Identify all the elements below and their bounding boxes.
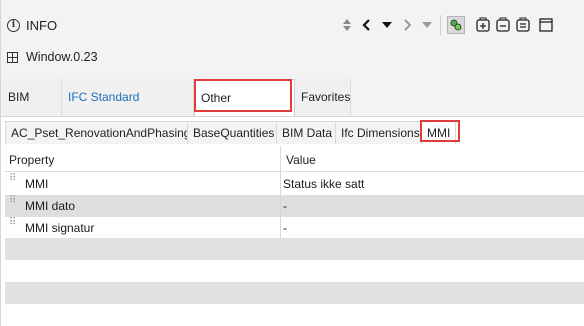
window-selector[interactable]: Window.0.23 (7, 50, 98, 64)
info-panel: i INFO Window.0.23 BIM Data IFC Standard… (0, 0, 584, 326)
tab-favorites[interactable]: Favorites (295, 79, 351, 116)
dropdown-arrow-gray-icon[interactable] (419, 17, 435, 33)
header-property[interactable]: Property (9, 153, 54, 167)
window-label: Window.0.23 (26, 50, 98, 64)
row-property: MMI (25, 177, 49, 191)
row-value: - (283, 221, 287, 235)
table-row[interactable]: ⠿ MMI Status ikke satt (5, 173, 584, 195)
remove-group-icon[interactable] (495, 17, 511, 33)
tab-ifc-standard-properties[interactable]: IFC Standard Properties (62, 79, 194, 141)
row-value: - (283, 199, 287, 213)
chevron-left-icon[interactable] (359, 17, 375, 33)
sort-updown-icon[interactable] (339, 17, 355, 33)
window-icon (7, 51, 18, 63)
row-value: Status ikke satt (283, 177, 365, 191)
subtab-mmi[interactable]: MMI (421, 121, 457, 144)
sub-tabs: AC_Pset_RenovationAndPhasing BaseQuantit… (1, 121, 584, 144)
object-filter-icon[interactable] (447, 16, 465, 34)
empty-row (5, 260, 584, 282)
drag-handle-icon[interactable]: ⠿ (9, 174, 16, 190)
subtab-ac-pset-renovation[interactable]: AC_Pset_RenovationAndPhasing (5, 121, 197, 144)
empty-row (5, 238, 584, 260)
panel-titlebar: i INFO (1, 0, 584, 40)
empty-row (5, 304, 584, 326)
row-separator (280, 195, 281, 217)
add-group-icon[interactable] (475, 17, 491, 33)
subtab-base-quantities[interactable]: BaseQuantities (187, 121, 281, 144)
tab-bim-data[interactable]: BIM Data (2, 79, 62, 141)
toolbar-divider (440, 15, 441, 35)
drag-handle-icon[interactable]: ⠿ (9, 196, 16, 212)
info-circle-icon: i (7, 19, 20, 32)
dropdown-arrow-icon[interactable] (379, 17, 395, 33)
main-tabs: BIM Data IFC Standard Properties Other P… (1, 79, 584, 142)
empty-row (5, 282, 584, 304)
row-separator (280, 173, 281, 195)
chevron-right-icon[interactable] (399, 17, 415, 33)
header-value[interactable]: Value (286, 153, 316, 167)
drag-handle-icon[interactable]: ⠿ (9, 218, 16, 234)
panel-title-group: i INFO (7, 18, 57, 33)
row-separator (280, 217, 281, 239)
subtab-ifc-dimensions[interactable]: Ifc Dimensions (335, 121, 426, 144)
tab-other-properties[interactable]: Other Properties (194, 79, 295, 142)
row-property: MMI signatur (25, 221, 95, 235)
list-group-icon[interactable] (515, 17, 531, 33)
properties-table: Property Value ⠿ MMI Status ikke satt ⠿ … (5, 146, 584, 326)
table-row[interactable]: ⠿ MMI dato - (5, 195, 584, 217)
subtab-bim-data[interactable]: BIM Data (276, 121, 339, 144)
table-row[interactable]: ⠿ MMI signatur - (5, 217, 584, 239)
row-property: MMI dato (25, 199, 76, 213)
panel-title: INFO (26, 18, 58, 33)
table-header: Property Value (5, 146, 584, 172)
maximize-window-icon[interactable] (538, 17, 554, 33)
